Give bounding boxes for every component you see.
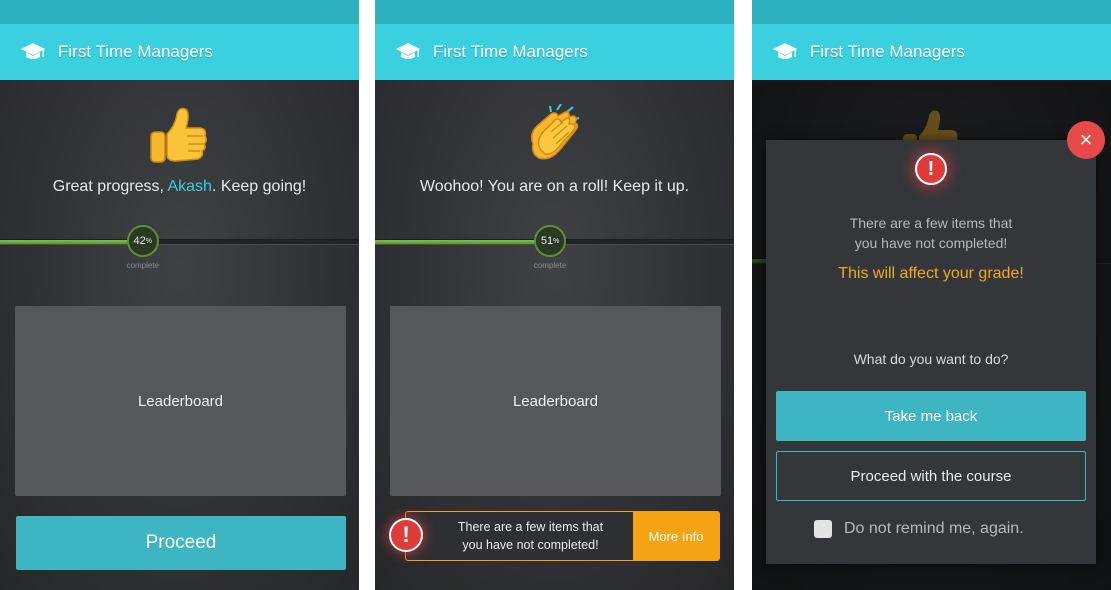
- progress-value: 42: [133, 235, 146, 247]
- graduation-cap-icon: [773, 43, 797, 59]
- app-title: First Time Managers: [58, 42, 213, 61]
- exclamation-icon: !: [389, 518, 423, 552]
- dialog-question: What do you want to do?: [853, 351, 1009, 367]
- app-bar: First Time Managers: [752, 24, 1111, 80]
- message-suffix: . Keep going!: [211, 178, 307, 195]
- leaderboard-label: Leaderboard: [512, 392, 599, 410]
- dialog-line-1: There are a few items that: [849, 215, 1013, 231]
- status-bar: [375, 0, 734, 24]
- do-not-remind-checkbox[interactable]: [814, 520, 832, 538]
- app-bar: First Time Managers: [375, 24, 734, 80]
- do-not-remind-option[interactable]: Do not remind me, again.: [814, 520, 1024, 538]
- screen-incomplete-dialog: First Time Managers ! There are a few it…: [752, 0, 1111, 590]
- thumbs-up-icon: [149, 107, 207, 163]
- exclamation-icon: !: [915, 153, 947, 185]
- dialog-line-2: you have not completed!: [854, 235, 1008, 251]
- graduation-cap-icon: [21, 43, 45, 59]
- leaderboard-card[interactable]: Leaderboard: [390, 306, 721, 496]
- leaderboard-label: Leaderboard: [137, 392, 224, 410]
- banner-text: There are a few items that you have not c…: [406, 512, 633, 560]
- proceed-button[interactable]: Proceed: [16, 516, 346, 570]
- clapping-hands-icon: [530, 104, 579, 160]
- progress-label: complete: [126, 261, 159, 270]
- progress-label: complete: [533, 261, 567, 270]
- user-name: Akash: [167, 178, 212, 195]
- progress-unit: %: [145, 237, 152, 245]
- progress-message: Great progress, Akash. Keep going!: [0, 178, 359, 196]
- progress-track: [0, 239, 359, 245]
- banner-line-1: There are a few items that: [457, 520, 604, 534]
- status-bar: [752, 0, 1111, 24]
- app-title: First Time Managers: [810, 42, 965, 61]
- dialog-warning-text: There are a few items that you have not c…: [766, 213, 1096, 253]
- grade-warning: This will affect your grade!: [838, 265, 1024, 282]
- progress-fill: [375, 240, 551, 244]
- proceed-with-course-button[interactable]: Proceed with the course: [776, 451, 1086, 501]
- more-info-button[interactable]: More Info: [633, 512, 719, 560]
- message-prefix: Great progress,: [52, 178, 168, 195]
- status-bar: [0, 0, 359, 24]
- progress-fill: [0, 240, 143, 244]
- app-title: First Time Managers: [433, 42, 588, 61]
- incomplete-items-dialog: ! There are a few items that you have not…: [766, 140, 1096, 564]
- take-me-back-button[interactable]: Take me back: [776, 391, 1086, 441]
- graduation-cap-icon: [396, 43, 420, 59]
- progress-knob: 42%: [126, 225, 159, 257]
- close-icon[interactable]: ×: [1067, 121, 1105, 159]
- app-bar: First Time Managers: [0, 24, 359, 80]
- leaderboard-card[interactable]: Leaderboard: [15, 306, 346, 496]
- screen-progress-51: First Time Managers Woohoo! You are on a…: [375, 0, 734, 590]
- progress-value: 51: [540, 235, 554, 247]
- progress-knob: 51%: [534, 225, 567, 257]
- progress-message: Woohoo! You are on a roll! Keep it up.: [419, 178, 690, 195]
- do-not-remind-label: Do not remind me, again.: [844, 520, 1024, 537]
- banner-line-2: you have not completed!: [462, 538, 599, 552]
- incomplete-items-banner: There are a few items that you have not c…: [405, 511, 720, 561]
- progress-unit: %: [553, 237, 560, 245]
- screen-progress-42: First Time Managers Great progress, Akas…: [0, 0, 359, 590]
